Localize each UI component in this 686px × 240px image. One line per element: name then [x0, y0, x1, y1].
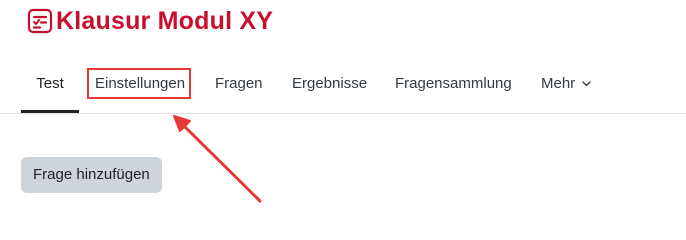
tab-test[interactable]: Test: [21, 56, 79, 113]
tab-ergebnisse[interactable]: Ergebnisse: [292, 56, 367, 113]
secondary-navigation: Test Einstellungen Fragen Ergebnisse Fra…: [0, 56, 686, 114]
chevron-down-icon: [582, 81, 592, 87]
tab-einstellungen[interactable]: Einstellungen: [95, 56, 185, 113]
tab-mehr[interactable]: Mehr: [541, 56, 592, 113]
add-question-button[interactable]: Frage hinzufügen: [21, 157, 162, 193]
tab-mehr-label: Mehr: [541, 75, 576, 92]
page-title: Klausur Modul XY: [56, 6, 274, 35]
tab-fragen[interactable]: Fragen: [215, 56, 263, 113]
tab-fragensammlung[interactable]: Fragensammlung: [395, 56, 512, 113]
page: Klausur Modul XY Test Einstellungen Frag…: [0, 0, 686, 228]
page-header: Klausur Modul XY: [26, 4, 273, 38]
quiz-icon: [27, 8, 53, 34]
